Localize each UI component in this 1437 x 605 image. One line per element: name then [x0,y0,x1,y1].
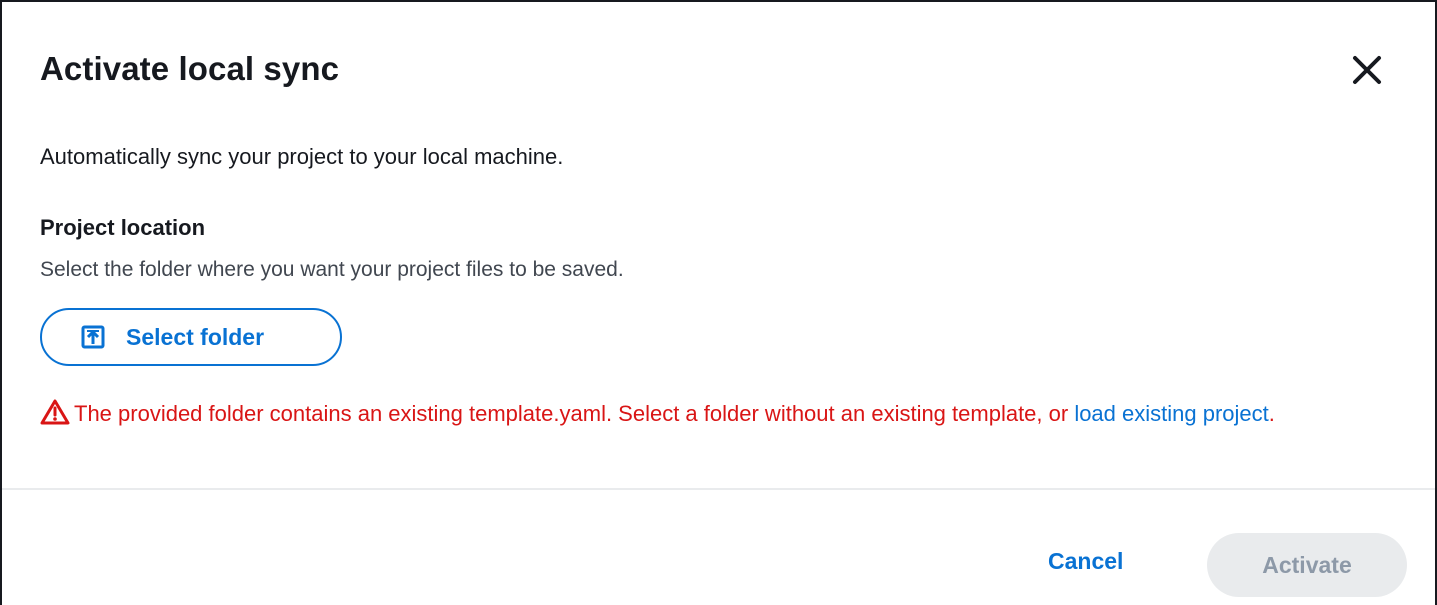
folder-upload-icon [80,324,106,350]
project-location-hint: Select the folder where you want your pr… [40,258,624,281]
close-button[interactable] [1347,50,1387,90]
folder-error-message: The provided folder contains an existing… [40,394,1400,438]
warning-icon [40,398,70,438]
dialog-title: Activate local sync [40,50,340,87]
select-folder-label: Select folder [126,323,265,350]
error-text: The provided folder contains an existing… [74,401,1075,426]
activate-local-sync-dialog: Activate local sync Automatically sync y… [0,0,1437,605]
dialog-description: Automatically sync your project to your … [40,144,564,169]
dialog-header: Activate local sync [40,50,1405,98]
load-existing-project-link[interactable]: load existing project [1074,401,1268,426]
footer-divider [2,488,1435,490]
close-icon [1353,56,1381,84]
error-suffix: . [1268,401,1275,426]
activate-button[interactable]: Activate [1207,533,1407,597]
project-location-label: Project location [40,215,206,240]
cancel-button[interactable]: Cancel [1048,548,1123,575]
select-folder-button[interactable]: Select folder [40,308,342,366]
